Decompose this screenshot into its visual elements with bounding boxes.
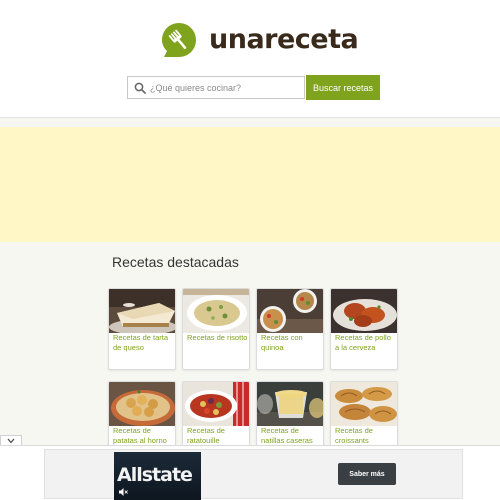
site-logo[interactable]: unareceta	[160, 21, 359, 59]
ad-brand-logo: Allstate	[117, 464, 193, 486]
site-name: unareceta	[209, 24, 359, 55]
ad-video-thumbnail[interactable]: Allstate	[114, 452, 201, 500]
recipe-image-custard	[257, 382, 323, 426]
recipe-card[interactable]: Recetas con quinoa	[256, 288, 324, 370]
recipe-image-croissants	[331, 382, 397, 426]
recipe-title: Recetas de risotto	[187, 333, 248, 342]
speaker-muted-icon[interactable]	[119, 488, 128, 496]
site-header: unareceta Buscar recetas	[0, 0, 500, 118]
recipe-title: Recetas de ratatouille	[187, 426, 225, 445]
recipe-title: Recetas de croissants	[335, 426, 373, 445]
recipe-image-cheesecake	[109, 289, 175, 333]
recipe-title: Recetas de pollo a la cerveza	[335, 333, 391, 352]
ad-container[interactable]: Allstate Saber más	[44, 449, 463, 500]
search-box[interactable]	[127, 76, 305, 99]
search-button[interactable]: Buscar recetas	[306, 75, 380, 100]
recipe-image-baked-potatoes	[109, 382, 175, 426]
recipe-image-ratatouille	[183, 382, 249, 426]
learn-more-button[interactable]: Saber más	[338, 463, 396, 485]
recipe-card[interactable]: Recetas de tarta de queso	[108, 288, 176, 370]
recipe-title: Recetas de tarta de queso	[113, 333, 169, 352]
sticky-ad-bar: Allstate Saber más	[0, 445, 500, 500]
fork-speech-bubble-icon	[162, 23, 196, 57]
search-icon	[134, 82, 146, 94]
recipe-card[interactable]: Recetas de pollo a la cerveza	[330, 288, 398, 370]
recipe-image-beer-chicken	[331, 289, 397, 333]
recipe-image-risotto	[183, 289, 249, 333]
recipe-title: Recetas con quinoa	[261, 333, 303, 352]
search-input[interactable]	[150, 82, 300, 93]
section-title: Recetas destacadas	[112, 254, 239, 270]
chevron-down-icon	[7, 438, 15, 444]
recipe-title: Recetas de natillas caseras	[261, 426, 313, 445]
recipe-title: Recetas de patatas al horno	[113, 426, 167, 445]
recipe-image-quinoa	[257, 289, 323, 333]
recipe-card[interactable]: Recetas de risotto	[182, 288, 250, 370]
ad-banner-area	[0, 127, 500, 242]
